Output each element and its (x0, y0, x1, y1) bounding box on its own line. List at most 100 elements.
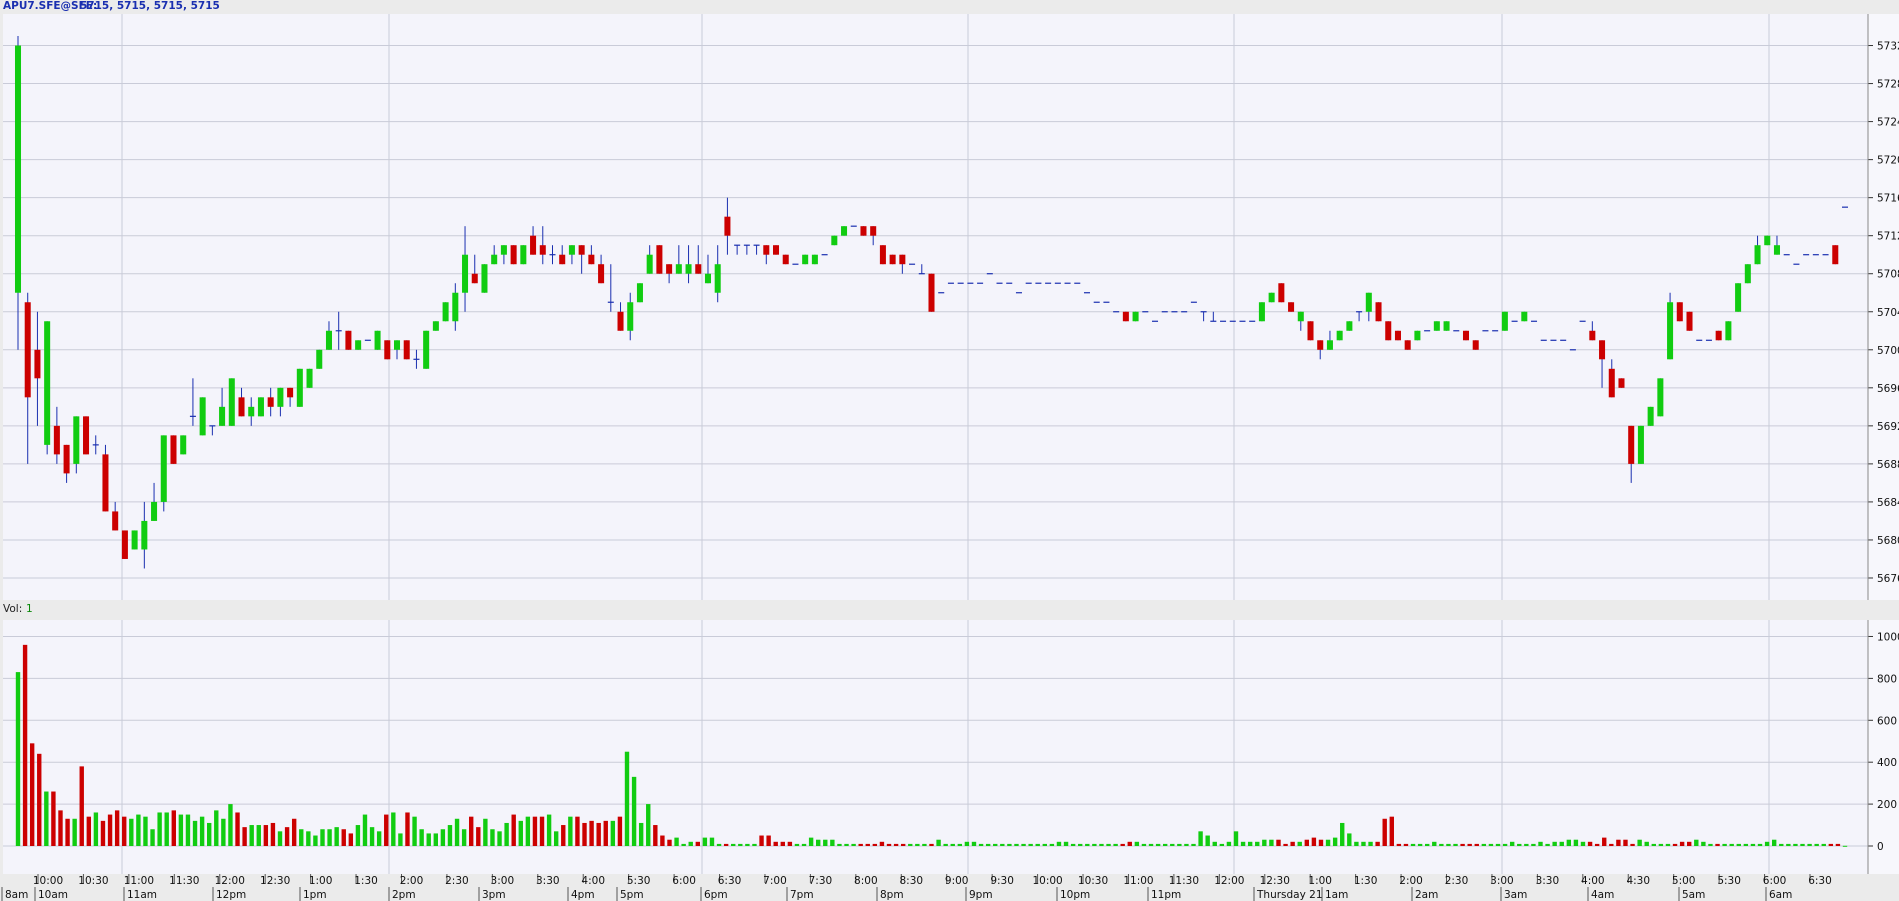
candle-body (1317, 340, 1324, 350)
volume-bar (504, 822, 509, 846)
volume-bar (653, 825, 658, 846)
volume-bar (1453, 843, 1458, 846)
volume-bar (1835, 843, 1841, 846)
candle-body (1608, 368, 1615, 398)
candle-body (393, 340, 401, 350)
time-tick-label: 4:00 (1581, 875, 1605, 887)
volume-bar (723, 843, 729, 846)
volume-bar (93, 812, 99, 846)
chart-canvas[interactable]: 5676 5680 5684 5688 5692 5696 5700 5704 5708 5712… (0, 0, 1899, 901)
volume-bar (277, 831, 283, 846)
time-tick-label: 4:30 (1626, 875, 1650, 887)
candle-body (1725, 321, 1732, 341)
volume-bar (348, 833, 354, 846)
volume-bar (1821, 843, 1826, 846)
volume-bar (1332, 837, 1338, 846)
time-tick-label: 11:00 (1123, 875, 1153, 887)
date-tick-label: 8am (5, 889, 28, 901)
candle-body (1365, 292, 1372, 312)
volume-bar (65, 818, 70, 846)
time-tick-label: 9:30 (990, 875, 1014, 887)
volume-bar (1297, 841, 1302, 846)
volume-bar (185, 814, 191, 846)
candle-body (889, 254, 896, 265)
volume-bar (766, 835, 771, 846)
volume-bar (546, 814, 552, 846)
candle-body (1307, 321, 1314, 341)
candle-body (112, 511, 119, 531)
time-tick-label: 11:00 (124, 875, 154, 887)
volume-bar (433, 833, 438, 846)
candle-body (879, 245, 886, 265)
candle-body (374, 330, 381, 350)
candle-body (831, 235, 838, 246)
date-tick-label: 8pm (880, 889, 904, 901)
candle-body (646, 254, 653, 274)
candle-body (860, 226, 867, 236)
volume-bar (1495, 843, 1501, 846)
candle-body (160, 435, 167, 502)
time-tick-label: 10:00 (1032, 875, 1062, 887)
volume-bar (454, 818, 460, 846)
date-tick-label: 12pm (216, 889, 246, 901)
date-tick-label: 9pm (969, 889, 993, 901)
volume-tick-label: 1000 (1877, 631, 1899, 643)
volume-bar (794, 843, 800, 846)
price-tick-label: 5692 (1877, 421, 1899, 433)
volume-bar (1226, 841, 1232, 846)
candle-body (306, 368, 313, 388)
candle-body (1832, 245, 1839, 265)
volume-bar (122, 816, 127, 846)
volume-bar (1417, 843, 1423, 846)
volume-bar (568, 816, 573, 846)
volume-bar (561, 825, 566, 846)
volume-bar (235, 812, 240, 846)
volume-bar (1000, 843, 1005, 846)
candle-body (841, 226, 848, 236)
volume-bar (1658, 843, 1664, 846)
volume-bar (1240, 841, 1246, 846)
volume-bar (1609, 843, 1614, 846)
volume-bar (1092, 843, 1097, 846)
candle-body (1676, 302, 1683, 322)
time-tick-label: 3:00 (1490, 875, 1514, 887)
volume-bar (1580, 841, 1586, 846)
volume-bar (660, 835, 665, 846)
volume-bar (1021, 843, 1026, 846)
volume-bar (412, 816, 417, 846)
volume-bar (893, 843, 899, 846)
volume-bar (1304, 839, 1310, 846)
volume-bar (1212, 841, 1217, 846)
volume-bar (709, 837, 715, 846)
volume-bar (603, 820, 608, 846)
volume-bar (1602, 837, 1607, 846)
volume-bar (624, 751, 630, 846)
candle-body (44, 321, 51, 445)
candle-body (267, 397, 274, 407)
volume-bar (1715, 843, 1720, 846)
candle-body (598, 264, 605, 284)
time-tick-label: 12:30 (1260, 875, 1290, 887)
volume-bar (589, 820, 594, 846)
price-tick-label: 5708 (1877, 269, 1899, 281)
candle-body (695, 264, 702, 274)
volume-bar (971, 841, 977, 846)
time-tick-label: 6:00 (672, 875, 696, 887)
volume-bar (688, 841, 693, 846)
volume-bar (823, 839, 828, 846)
candle-body (1754, 245, 1761, 265)
volume-bar (490, 829, 495, 846)
volume-bar (1467, 843, 1472, 846)
time-tick-label: 6:00 (1763, 875, 1787, 887)
date-tick-label: 1am (1325, 889, 1348, 901)
candle-body (811, 254, 818, 265)
volume-bar (1205, 835, 1210, 846)
candle-body (1433, 321, 1440, 331)
volume-bar (1587, 841, 1593, 846)
candle-body (345, 330, 352, 350)
candle-body (1443, 321, 1450, 331)
volume-bar (447, 825, 453, 846)
volume-bar (426, 833, 431, 846)
volume-bar (1148, 843, 1154, 846)
volume-bar (476, 827, 481, 846)
